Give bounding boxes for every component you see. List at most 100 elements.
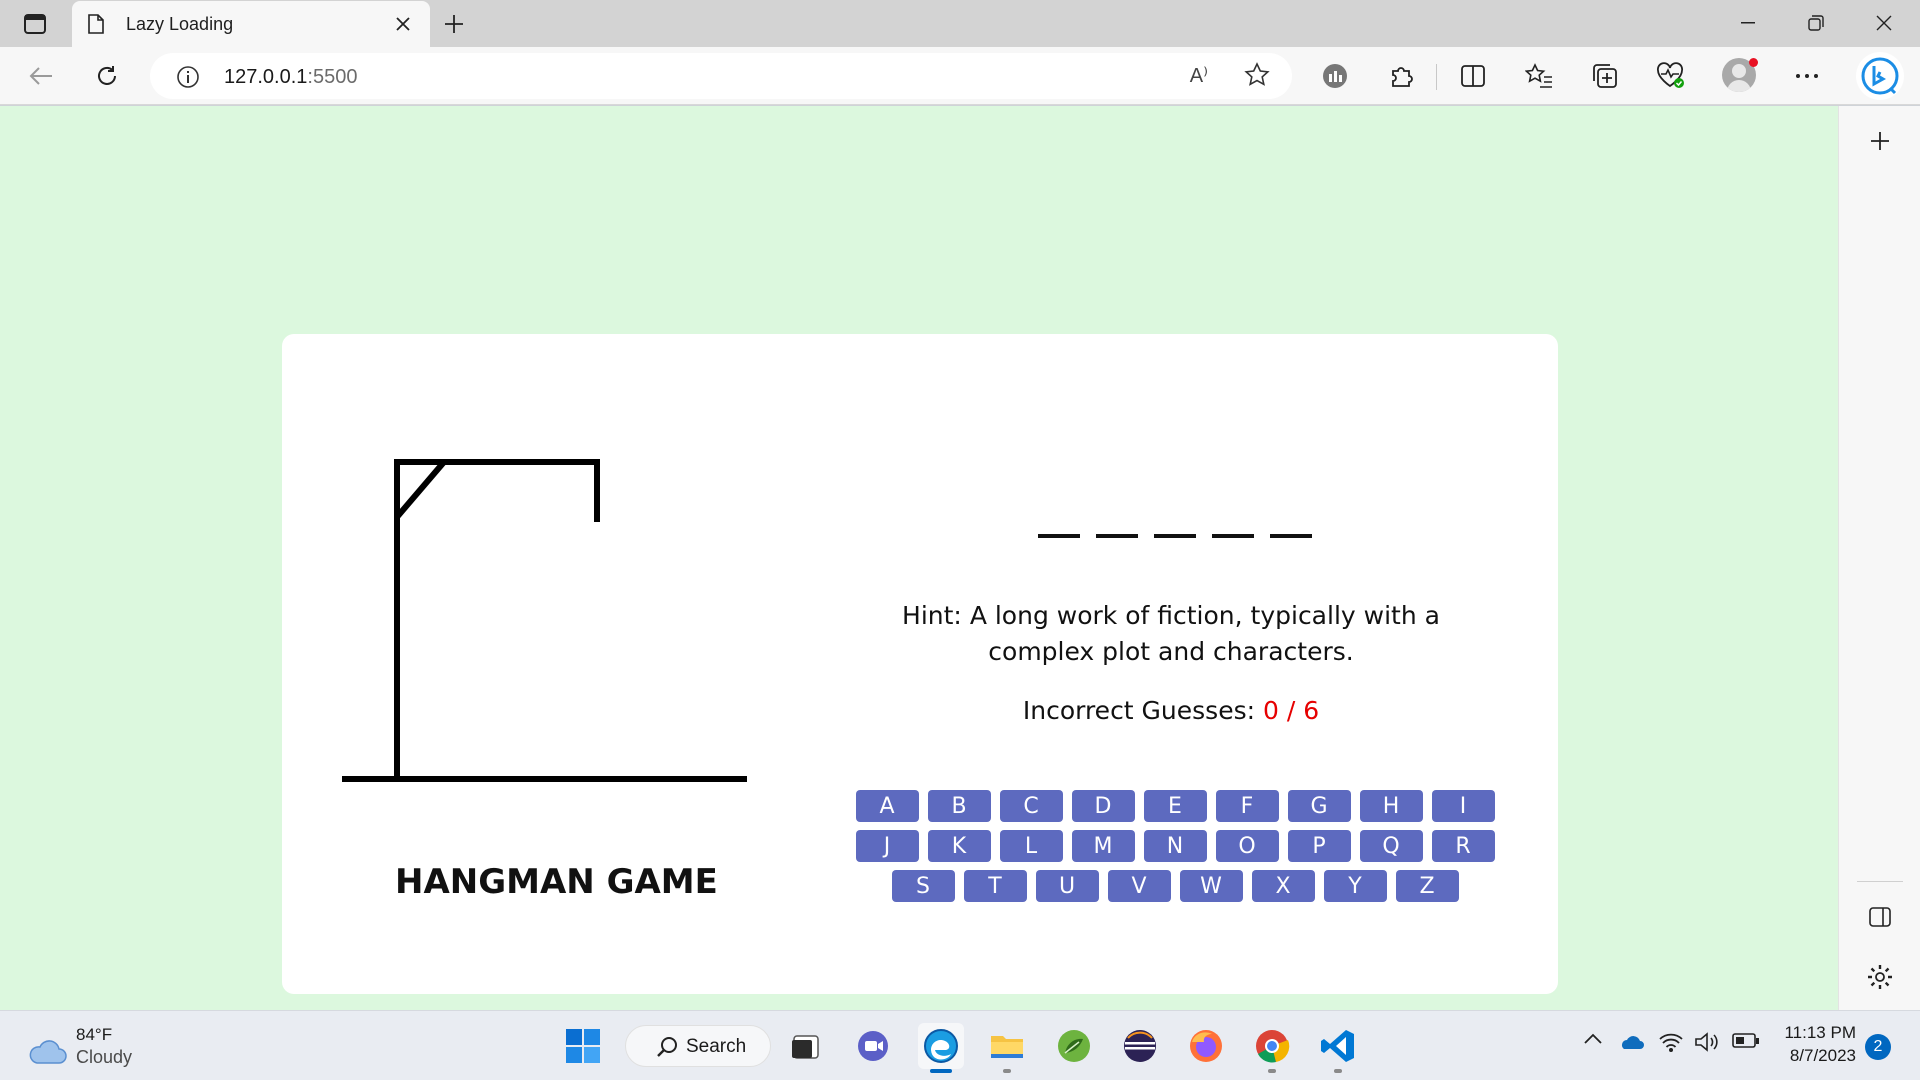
letter-key-g[interactable]: G (1287, 790, 1351, 822)
plus-icon (1871, 132, 1889, 150)
back-arrow-icon (29, 67, 52, 85)
page-viewport: HANGMAN GAME Hint: A long work of fictio… (0, 106, 1838, 1010)
letter-key-l[interactable]: L (999, 830, 1063, 862)
letter-key-d[interactable]: D (1071, 790, 1135, 822)
extension-badge-icon (1323, 64, 1347, 88)
system-clock[interactable]: 11:13 PM 8/7/2023 (1778, 1021, 1856, 1067)
letter-key-p[interactable]: P (1287, 830, 1351, 862)
address-bar[interactable]: 127.0.0.1:5500 A⁾ (150, 53, 1292, 99)
weather-condition: Cloudy (76, 1047, 133, 1067)
active-tab[interactable]: Lazy Loading (72, 1, 430, 47)
letter-key-q[interactable]: Q (1359, 830, 1423, 862)
taskbar-search[interactable]: Search (625, 1025, 771, 1067)
more-menu-button[interactable] (1788, 57, 1826, 95)
letter-keyboard: ABCDEFGHI JKLMNOPQR STUVWXYZ (855, 790, 1495, 910)
letter-key-j[interactable]: J (855, 830, 919, 862)
letter-key-z[interactable]: Z (1395, 870, 1459, 902)
tab-actions-icon (24, 14, 46, 34)
letter-key-r[interactable]: R (1431, 830, 1495, 862)
battery-icon[interactable] (1732, 1033, 1760, 1054)
eclipse-button[interactable] (1117, 1023, 1163, 1069)
hide-sidebar-button[interactable] (1861, 898, 1899, 936)
page-icon (88, 14, 104, 39)
read-aloud-icon[interactable]: A⁾ (1190, 63, 1208, 88)
letter-key-c[interactable]: C (999, 790, 1063, 822)
extension-button-1[interactable] (1316, 57, 1354, 95)
tab-close-icon[interactable] (390, 11, 416, 37)
collections-button[interactable] (1586, 57, 1624, 95)
letter-key-y[interactable]: Y (1323, 870, 1387, 902)
onedrive-icon[interactable] (1618, 1033, 1644, 1056)
tab-actions-button[interactable] (16, 10, 54, 38)
refresh-icon (98, 66, 116, 85)
tab-title: Lazy Loading (126, 14, 234, 34)
search-icon (656, 1036, 678, 1063)
spring-tools-button[interactable] (1051, 1023, 1097, 1069)
sidebar-settings-button[interactable] (1861, 958, 1899, 996)
browser-essentials-button[interactable] (1652, 57, 1690, 95)
vscode-open-indicator (1334, 1069, 1342, 1073)
volume-icon[interactable] (1694, 1031, 1722, 1058)
letter-key-e[interactable]: E (1143, 790, 1207, 822)
letter-blank (1096, 534, 1138, 538)
letter-key-u[interactable]: U (1035, 870, 1099, 902)
word-display (1038, 534, 1312, 538)
favorite-star-icon[interactable] (1244, 62, 1270, 93)
letter-key-w[interactable]: W (1179, 870, 1243, 902)
letter-key-v[interactable]: V (1107, 870, 1171, 902)
hangman-gallows (342, 459, 747, 782)
chrome-button[interactable] (1249, 1023, 1295, 1069)
letter-key-a[interactable]: A (855, 790, 919, 822)
letter-key-h[interactable]: H (1359, 790, 1423, 822)
keyboard-row: ABCDEFGHI (855, 790, 1495, 822)
letter-key-s[interactable]: S (891, 870, 955, 902)
letter-key-i[interactable]: I (1431, 790, 1495, 822)
minimize-icon (1741, 22, 1755, 24)
restore-icon (1808, 15, 1824, 31)
wifi-icon[interactable] (1658, 1031, 1684, 1058)
teams-chat-button[interactable] (851, 1023, 897, 1069)
show-hidden-icons[interactable] (1584, 1031, 1602, 1049)
letter-blank (1038, 534, 1080, 538)
keyboard-row: JKLMNOPQR (855, 830, 1495, 862)
letter-blank (1154, 534, 1196, 538)
guesses-count: 0 / 6 (1263, 696, 1320, 725)
notification-badge[interactable]: 2 (1865, 1034, 1891, 1060)
letter-key-o[interactable]: O (1215, 830, 1279, 862)
new-tab-button[interactable] (440, 10, 468, 38)
file-explorer-button[interactable] (984, 1023, 1030, 1069)
letter-key-x[interactable]: X (1251, 870, 1315, 902)
tab-strip: Lazy Loading (0, 0, 1920, 47)
split-screen-icon (1461, 65, 1485, 87)
letter-key-n[interactable]: N (1143, 830, 1207, 862)
folder-icon (991, 1036, 1023, 1058)
bing-copilot-button[interactable] (1856, 52, 1904, 100)
extensions-button[interactable] (1382, 57, 1420, 95)
favorites-icon (1525, 63, 1552, 88)
letter-key-t[interactable]: T (963, 870, 1027, 902)
vscode-button[interactable] (1315, 1023, 1361, 1069)
task-view-icon (792, 1035, 819, 1059)
restore-button[interactable] (1794, 6, 1838, 40)
letter-key-m[interactable]: M (1071, 830, 1135, 862)
task-view-button[interactable] (783, 1023, 829, 1069)
sidebar-add-button[interactable] (1861, 122, 1899, 160)
chrome-icon (1256, 1030, 1290, 1063)
letter-key-k[interactable]: K (927, 830, 991, 862)
edge-active-indicator (930, 1069, 952, 1073)
minimize-button[interactable] (1726, 6, 1770, 40)
refresh-button[interactable] (88, 57, 126, 95)
firefox-button[interactable] (1183, 1023, 1229, 1069)
letter-key-b[interactable]: B (927, 790, 991, 822)
start-button[interactable] (560, 1023, 606, 1069)
favorites-button[interactable] (1520, 57, 1558, 95)
explorer-open-indicator (1003, 1069, 1011, 1073)
close-window-button[interactable] (1862, 6, 1906, 40)
edge-taskbar-button[interactable] (918, 1023, 964, 1069)
plus-icon (445, 15, 463, 33)
back-button[interactable] (22, 57, 60, 95)
split-screen-button[interactable] (1454, 57, 1492, 95)
letter-key-f[interactable]: F (1215, 790, 1279, 822)
site-info-icon[interactable] (176, 65, 200, 94)
game-title: HANGMAN GAME (395, 862, 718, 902)
